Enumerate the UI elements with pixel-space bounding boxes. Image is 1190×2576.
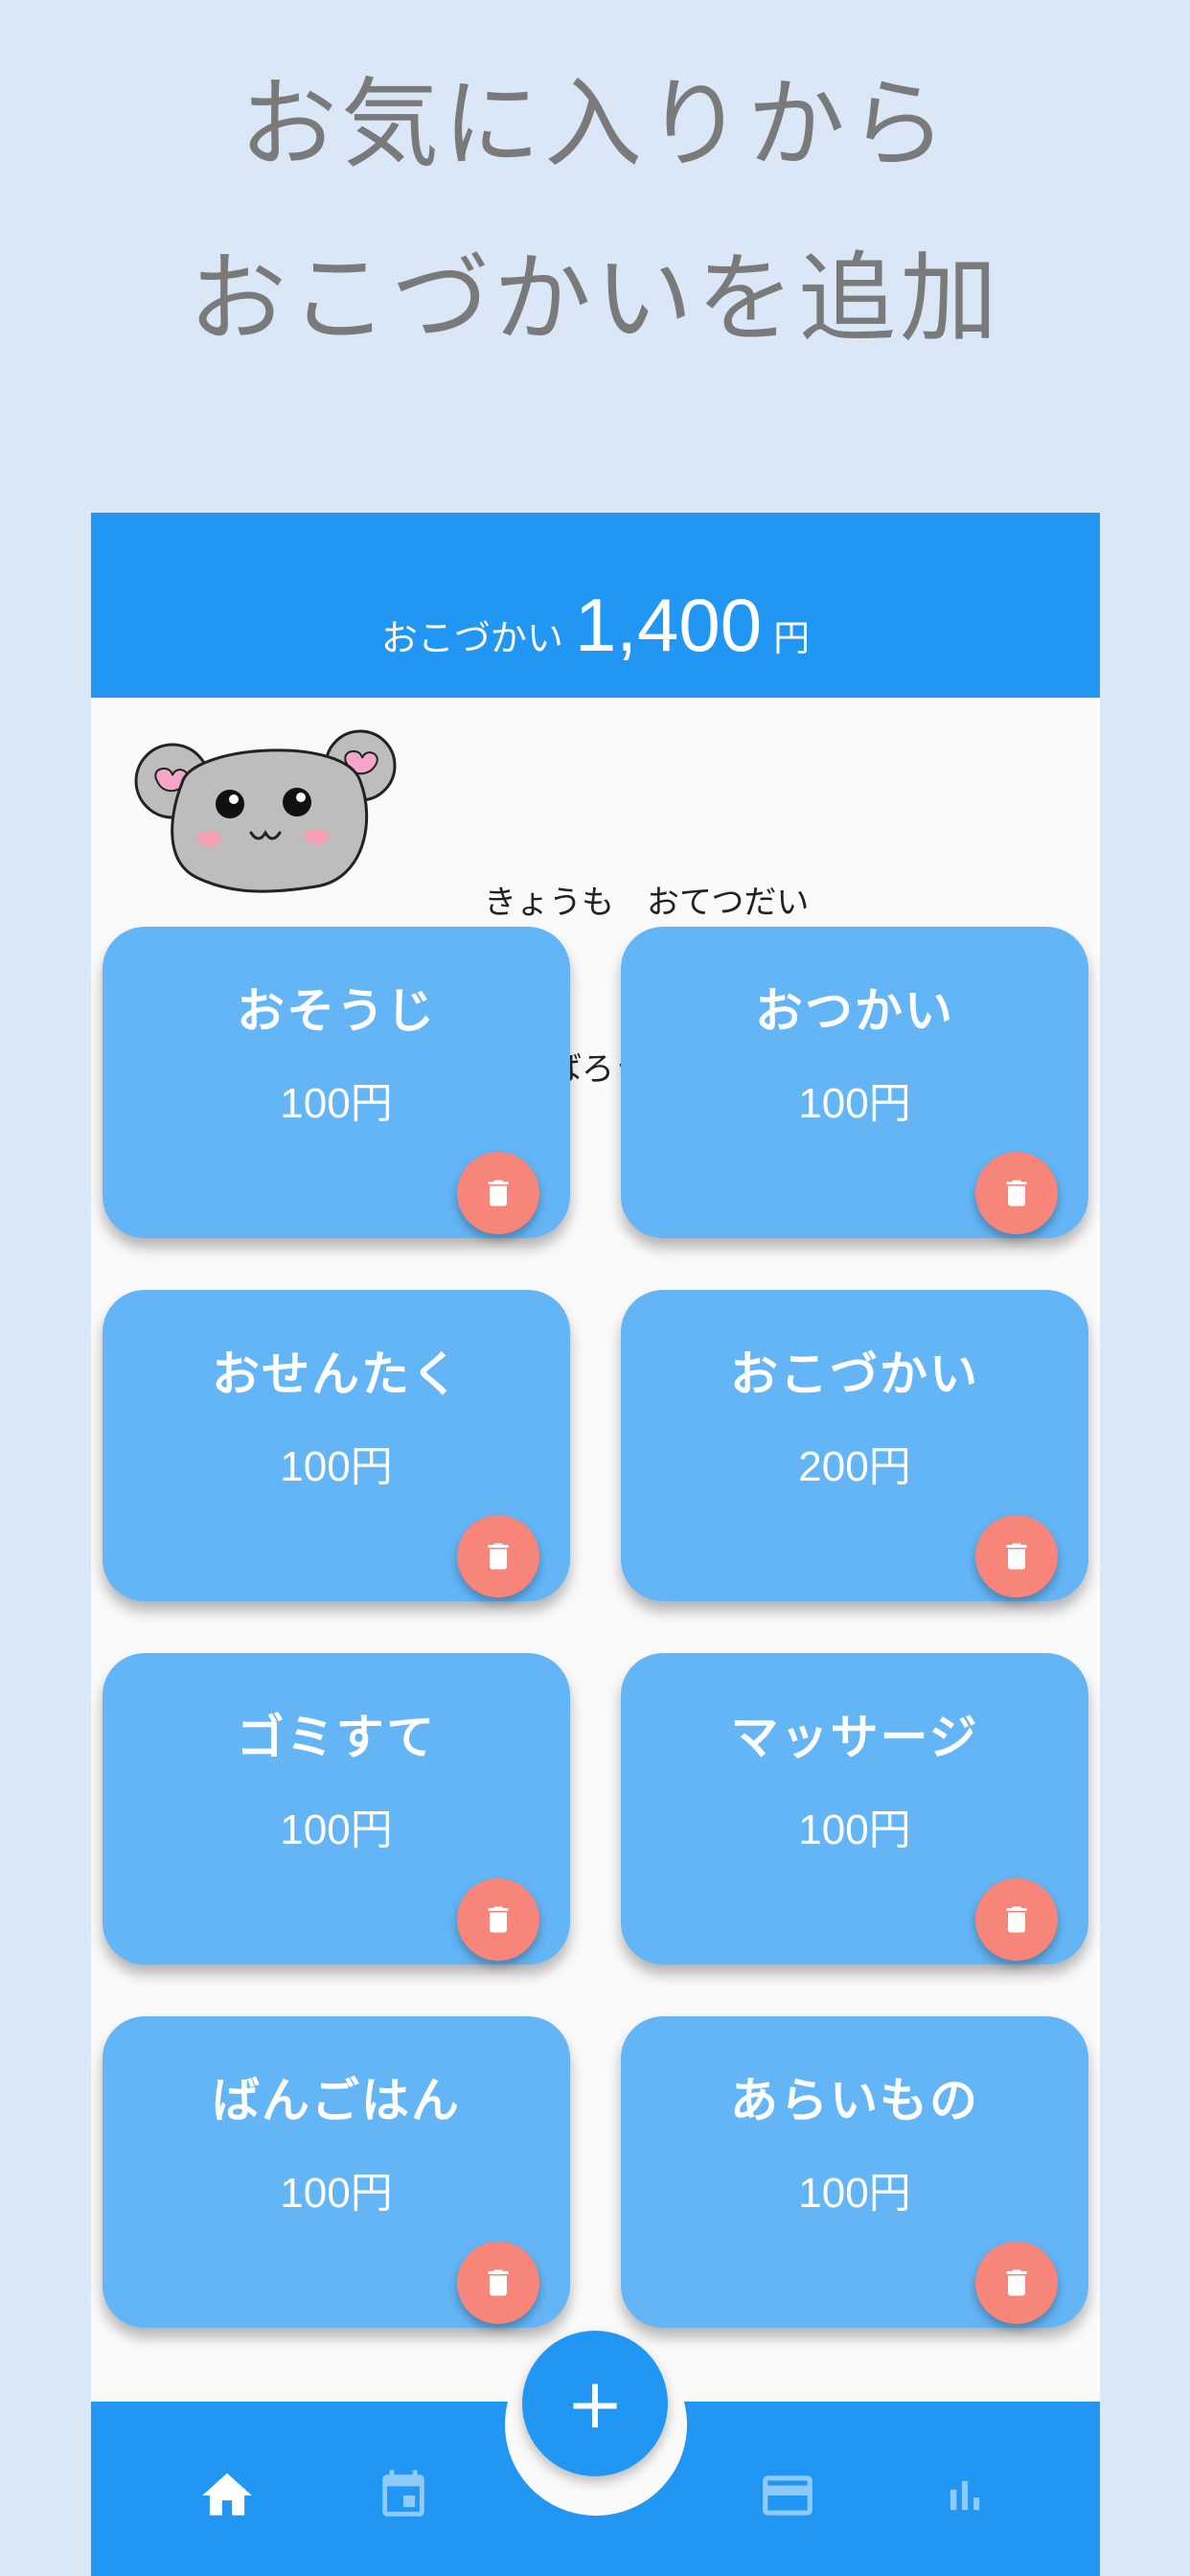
trash-icon — [1006, 2269, 1027, 2296]
trash-icon — [488, 1543, 509, 1570]
favorite-price: 100円 — [280, 1806, 393, 1853]
favorite-price: 100円 — [798, 1806, 911, 1853]
favorite-title: おせんたく — [212, 1346, 461, 1402]
balance-amount: 1,400 — [574, 583, 763, 667]
trash-icon — [488, 2269, 509, 2296]
favorite-card-gomisute[interactable]: ゴミすて 100円 — [103, 1653, 570, 1965]
delete-button[interactable] — [975, 1878, 1058, 1961]
delete-button[interactable] — [975, 2242, 1058, 2324]
delete-button[interactable] — [975, 1152, 1058, 1234]
promo-title-line2: おこづかいを追加 — [189, 242, 1001, 356]
hamster-mascot — [125, 725, 412, 898]
nav-card[interactable] — [754, 2462, 821, 2529]
favorite-price: 100円 — [280, 1443, 393, 1490]
favorite-price: 100円 — [798, 1080, 911, 1127]
nav-calendar[interactable] — [370, 2462, 437, 2529]
trash-icon — [488, 1180, 509, 1207]
plus-icon: + — [565, 2363, 625, 2444]
favorite-price: 200円 — [798, 1443, 911, 1490]
card-icon — [763, 2475, 812, 2516]
delete-button[interactable] — [457, 1878, 539, 1961]
favorite-card-otsukai[interactable]: おつかい 100円 — [621, 927, 1088, 1238]
calendar-icon — [382, 2470, 424, 2517]
favorite-card-osouji[interactable]: おそうじ 100円 — [103, 927, 570, 1238]
delete-button[interactable] — [975, 1515, 1058, 1598]
balance-display: おこづかい 1,400 円 — [91, 582, 1100, 669]
favorite-card-okozukai[interactable]: おこづかい 200円 — [621, 1290, 1088, 1601]
favorite-card-massage[interactable]: マッサージ 100円 — [621, 1653, 1088, 1965]
favorite-title: おそうじ — [237, 983, 436, 1039]
favorite-title: マッサージ — [730, 1710, 979, 1765]
trash-icon — [1006, 1180, 1027, 1207]
balance-unit: 円 — [773, 617, 811, 659]
delete-button[interactable] — [457, 2242, 539, 2324]
favorite-title: ゴミすて — [236, 1710, 437, 1765]
home-icon — [202, 2472, 252, 2516]
app-screen: おこづかい 1,400 円 きょうも おてつだい がんばろうね！ おそうじ 10… — [91, 513, 1100, 2576]
favorite-price: 100円 — [280, 1080, 393, 1127]
promo-title-line1: お気に入りから — [240, 68, 950, 182]
delete-button[interactable] — [457, 1515, 539, 1598]
favorite-title: ばんごはん — [212, 2073, 461, 2128]
delete-button[interactable] — [457, 1152, 539, 1234]
add-button[interactable]: + — [522, 2331, 668, 2476]
favorite-price: 100円 — [280, 2170, 393, 2217]
balance-label: おこづかい — [380, 617, 563, 659]
mascot-message-line1: きょうも おてつだい — [484, 884, 810, 922]
favorite-card-osentaku[interactable]: おせんたく 100円 — [103, 1290, 570, 1601]
favorite-price: 100円 — [798, 2170, 911, 2217]
trash-icon — [1006, 1543, 1027, 1570]
nav-stats[interactable] — [931, 2462, 998, 2529]
favorite-title: あらいもの — [730, 2073, 979, 2128]
favorite-title: おつかい — [755, 983, 954, 1039]
favorite-title: おこづかい — [730, 1346, 979, 1402]
nav-home[interactable] — [194, 2462, 261, 2529]
trash-icon — [488, 1906, 509, 1933]
trash-icon — [1006, 1906, 1027, 1933]
favorite-card-bangohan[interactable]: ばんごはん 100円 — [103, 2016, 570, 2328]
favorite-card-araimono[interactable]: あらいもの 100円 — [621, 2016, 1088, 2328]
app-bar: おこづかい 1,400 円 — [91, 513, 1100, 698]
bar-chart-icon — [950, 2480, 980, 2511]
